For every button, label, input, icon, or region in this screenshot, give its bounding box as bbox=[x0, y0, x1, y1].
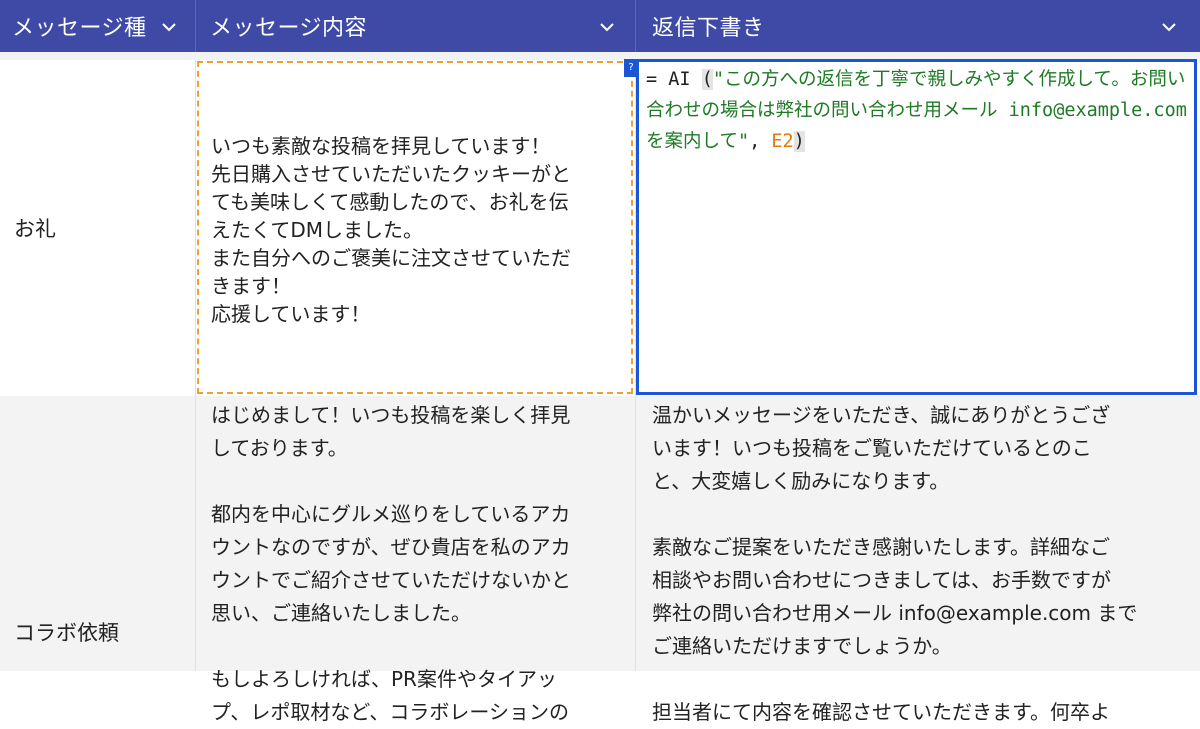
column-header-row: メッセージ種 メッセージ内容 返信下書き bbox=[0, 0, 1200, 53]
column-divider[interactable] bbox=[195, 0, 196, 52]
column-gridline bbox=[195, 60, 196, 671]
column-header-type-label: メッセージ種 bbox=[12, 16, 147, 41]
column-divider[interactable] bbox=[635, 0, 636, 52]
formula-prompt-string: "この方への返信を丁寧で親しみやすく作成して。お問い合わせの場合は弊社の問い合わ… bbox=[646, 69, 1187, 152]
chevron-down-icon[interactable] bbox=[598, 18, 616, 36]
formula-prefix: = AI bbox=[646, 69, 702, 90]
formula-cell-reference: E2 bbox=[771, 131, 794, 152]
cell-message-type[interactable]: お礼 bbox=[14, 213, 56, 243]
column-header-type[interactable]: メッセージ種 bbox=[12, 0, 194, 52]
column-header-message-label: メッセージ内容 bbox=[210, 16, 368, 41]
formula-open-paren: ( bbox=[701, 69, 713, 90]
formula-help-badge[interactable]: ? bbox=[624, 59, 638, 77]
formula-separator: , bbox=[749, 131, 772, 152]
cell-message-content[interactable]: はじめまして！いつも投稿を楽しく拝見 しております。 都内を中心にグルメ巡りをし… bbox=[211, 399, 629, 729]
column-header-reply-label: 返信下書き bbox=[652, 16, 765, 41]
cell-reply-draft[interactable]: 温かいメッセージをいただき、誠にありがとうござ います！いつも投稿をご覧いただけ… bbox=[652, 399, 1192, 729]
copy-selection-border bbox=[197, 61, 633, 394]
chevron-down-icon[interactable] bbox=[160, 18, 178, 36]
formula-input[interactable]: = AI ("この方への返信を丁寧で親しみやすく作成して。お問い合わせの場合は弊… bbox=[646, 64, 1191, 157]
chevron-down-icon[interactable] bbox=[1160, 18, 1178, 36]
cell-message-type[interactable]: コラボ依頼 bbox=[14, 617, 119, 647]
column-header-message[interactable]: メッセージ内容 bbox=[210, 0, 630, 52]
column-header-reply[interactable]: 返信下書き bbox=[652, 0, 1192, 52]
formula-close-paren: ) bbox=[793, 131, 805, 152]
